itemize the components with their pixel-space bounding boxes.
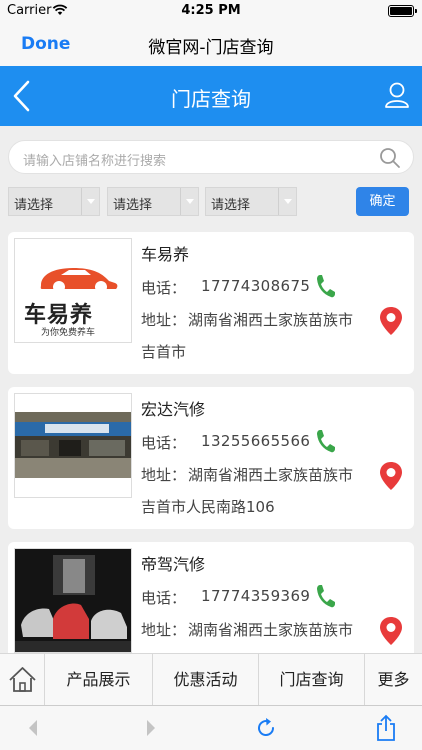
phone-label: 电话：	[141, 434, 187, 452]
storefront-image	[15, 394, 131, 497]
home-button[interactable]	[0, 654, 45, 705]
chevron-down-icon	[180, 188, 198, 215]
store-name: 车易养	[141, 245, 190, 264]
browser-nav-bar: Done 微官网-门店查询	[0, 22, 422, 66]
clock: 4:25 PM	[181, 3, 241, 18]
search-icon[interactable]	[379, 147, 401, 169]
browser-toolbar	[0, 705, 422, 750]
filter-select-3-value: 请选择	[211, 198, 251, 213]
location-pin-icon[interactable]	[379, 461, 403, 491]
logo-slogan: 为你免费养车	[41, 328, 96, 338]
tab-store-search[interactable]: 门店查询	[259, 654, 365, 705]
filter-select-1[interactable]: 请选择	[8, 187, 100, 216]
tab-more[interactable]: 更多	[365, 654, 422, 705]
store-name: 帝驾汽修	[141, 555, 206, 574]
store-address-line1: 湖南省湘西土家族苗族市	[188, 466, 354, 484]
filter-select-1-value: 请选择	[14, 198, 54, 213]
location-pin-icon[interactable]	[379, 306, 403, 336]
phone-icon[interactable]	[315, 428, 337, 454]
page-title: 门店查询	[171, 87, 251, 111]
back-icon[interactable]	[22, 716, 46, 740]
cars-showroom-image	[15, 549, 131, 652]
filter-select-3[interactable]: 请选择	[205, 187, 297, 216]
store-logo: 车易养 为你免费养车	[14, 238, 132, 343]
reload-icon[interactable]	[254, 716, 278, 740]
filter-select-2-value: 请选择	[113, 198, 153, 213]
store-card[interactable]: 车易养 为你免费养车 车易养 电话： 17774308675 地址： 湖南省湘西…	[8, 232, 414, 374]
status-bar: Carrier 4:25 PM	[0, 0, 422, 22]
home-icon	[9, 667, 36, 692]
phone-label: 电话：	[141, 589, 187, 607]
bottom-tab-bar: 产品展示 优惠活动 门店查询 更多	[0, 653, 422, 705]
address-label: 地址：	[141, 311, 187, 329]
phone-icon[interactable]	[315, 273, 337, 299]
tab-promotions[interactable]: 优惠活动	[153, 654, 259, 705]
chevron-down-icon	[81, 188, 99, 215]
browser-title: 微官网-门店查询	[148, 38, 274, 58]
store-name: 宏达汽修	[141, 400, 206, 419]
store-address-line1: 湖南省湘西土家族苗族市	[188, 311, 354, 329]
store-phone[interactable]: 17774308675	[201, 277, 310, 295]
store-card[interactable]: 宏达汽修 电话： 13255665566 地址： 湖南省湘西土家族苗族市 吉首市…	[8, 387, 414, 529]
phone-icon[interactable]	[315, 583, 337, 609]
page-header: 门店查询	[0, 66, 422, 126]
store-phone[interactable]: 17774359369	[201, 587, 310, 605]
address-label: 地址：	[141, 621, 187, 639]
tab-products[interactable]: 产品展示	[45, 654, 153, 705]
store-address-line1: 湖南省湘西土家族苗族市	[188, 621, 354, 639]
location-pin-icon[interactable]	[379, 616, 403, 646]
store-photo	[14, 548, 132, 653]
store-address-line2: 吉首市人民南路106	[141, 498, 275, 516]
store-phone[interactable]: 13255665566	[201, 432, 310, 450]
search-input[interactable]: 请输入店铺名称进行搜索	[8, 140, 414, 174]
confirm-button[interactable]: 确定	[356, 187, 409, 216]
search-placeholder: 请输入店铺名称进行搜索	[23, 154, 167, 169]
phone-label: 电话：	[141, 279, 187, 297]
user-icon[interactable]	[384, 81, 410, 109]
share-icon[interactable]	[374, 714, 398, 742]
store-photo	[14, 393, 132, 498]
filter-select-2[interactable]: 请选择	[107, 187, 199, 216]
forward-icon[interactable]	[138, 716, 162, 740]
battery-icon	[388, 5, 417, 17]
chevron-down-icon	[278, 188, 296, 215]
address-label: 地址：	[141, 466, 187, 484]
store-address-line2: 吉首市	[141, 343, 187, 361]
